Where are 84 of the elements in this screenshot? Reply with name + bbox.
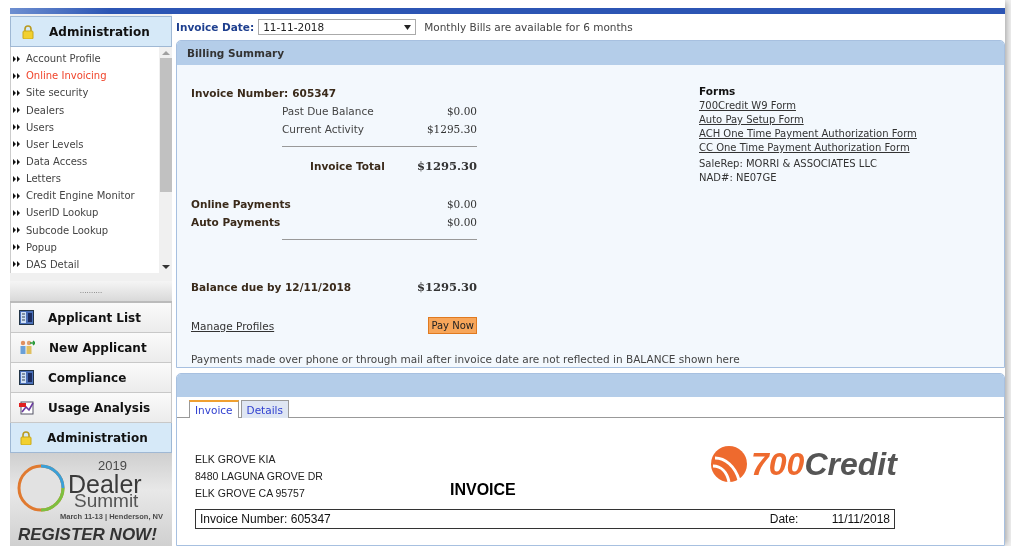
address-line: 8480 LAGUNA GROVE DR [195,470,324,482]
double-chevron-icon [13,72,21,79]
summit-logo-icon [16,463,66,513]
chart-icon [19,400,34,415]
form-link[interactable]: Auto Pay Setup Form [699,114,917,125]
charge-amount: $0.00 [446,104,477,117]
manage-profiles-link[interactable]: Manage Profiles [191,319,275,332]
address-line: ELK GROVE KIA [195,453,277,465]
balance-footnote: Payments made over phone or through mail after invoice date are not reflected in BALANCE shown here [191,353,740,365]
menu-item[interactable]: Credit Engine Monitor [11,187,159,205]
menu-item[interactable]: Online Invoicing [11,67,159,85]
menu-item[interactable]: Dealers [11,101,159,119]
invoice-number-value: 605347 [292,87,337,100]
invoice-total-label: Invoice Total [310,160,385,173]
nad-text: NAD#: NE07GE [699,172,778,183]
payment-label: Auto Payments [191,215,281,228]
invoice-date-label: Invoice Date: [176,21,255,33]
nav-section[interactable]: Usage Analysis [10,393,172,423]
double-chevron-icon [13,55,21,62]
invoice-date-select[interactable]: 11-11-2018 [258,19,417,35]
form-link[interactable]: CC One Time Payment Authorization Form [699,142,917,153]
form-link[interactable]: ACH One Time Payment Authorization Form [699,128,917,139]
double-chevron-icon [13,192,21,199]
double-chevron-icon [13,158,21,165]
double-chevron-icon [13,89,21,96]
menu-item[interactable]: Users [11,118,159,136]
tab[interactable]: Invoice [189,400,239,418]
payment-amount: $0.00 [446,197,477,210]
charge-amount: $1295.30 [426,122,477,135]
list-icon [19,370,34,385]
invoice-total-amount: $1295.30 [417,159,477,174]
forms-title: Forms [699,85,737,97]
charge-label: Current Activity [282,122,365,135]
menu-item[interactable]: User Levels [11,135,159,153]
invoice-number-text: Invoice Number: 605347 [200,512,332,526]
double-chevron-icon [13,107,21,114]
swoosh-logo-icon [709,444,749,484]
dropdown-icon [404,24,412,30]
sale-rep-text: SaleRep: MORRI & ASSOCIATES LLC [699,158,878,169]
people-icon [19,340,35,355]
payment-amount: $0.00 [446,215,477,228]
invoice-number-label: Invoice Number: [191,87,289,100]
sidebar-header[interactable]: Administration [10,16,172,47]
menu-item[interactable]: Letters [11,170,159,188]
invoice-heading: INVOICE [450,481,517,499]
nav-section[interactable]: Administration [10,423,172,453]
double-chevron-icon [13,175,21,182]
double-chevron-icon [13,261,21,268]
date-label: Date: [769,512,800,526]
padlock-icon [19,430,33,445]
scroll-down-icon[interactable] [161,264,170,270]
address-line: ELK GROVE CA 95757 [195,487,306,499]
double-chevron-icon [13,141,21,148]
panel-title: Billing Summary [177,41,1004,65]
scrollbar[interactable] [159,47,172,273]
list-icon [19,310,34,325]
payment-label: Online Payments [191,197,291,210]
balance-label: Balance due by 12/11/2018 [191,281,352,294]
double-chevron-icon [13,124,21,131]
banner-year: 2019 [98,459,127,472]
pay-now-button[interactable]: Pay Now [428,317,477,335]
date-value: 11/11/2018 [831,512,890,526]
register-text: REGISTER NOW! [18,526,157,543]
double-chevron-icon [13,244,21,251]
double-chevron-icon [13,227,21,234]
double-chevron-icon [13,210,21,216]
menu-item[interactable]: Site security [11,84,159,102]
nav-section[interactable]: Applicant List [10,303,172,333]
menu-item[interactable]: Data Access [11,152,159,171]
nav-section[interactable]: New Applicant [10,333,172,363]
padlock-icon [21,24,35,39]
menu-item[interactable]: DAS Detail [11,255,159,274]
balance-amount: $1295.30 [417,280,477,295]
menu-item[interactable]: UserID Lookup [11,204,159,222]
logo-wordmark: 700Credit [751,448,897,480]
form-link[interactable]: 700Credit W9 Form [699,100,917,111]
menu-item[interactable]: Subcode Lookup [11,221,159,239]
bills-note: Monthly Bills are available for 6 months [424,21,633,33]
menu-item[interactable]: Account Profile [11,50,159,68]
nav-section[interactable]: Compliance [10,363,172,393]
tab[interactable]: Details [240,400,289,418]
menu-item[interactable]: Popup [11,238,159,256]
charge-label: Past Due Balance [282,104,374,117]
scroll-up-icon[interactable] [161,50,170,56]
